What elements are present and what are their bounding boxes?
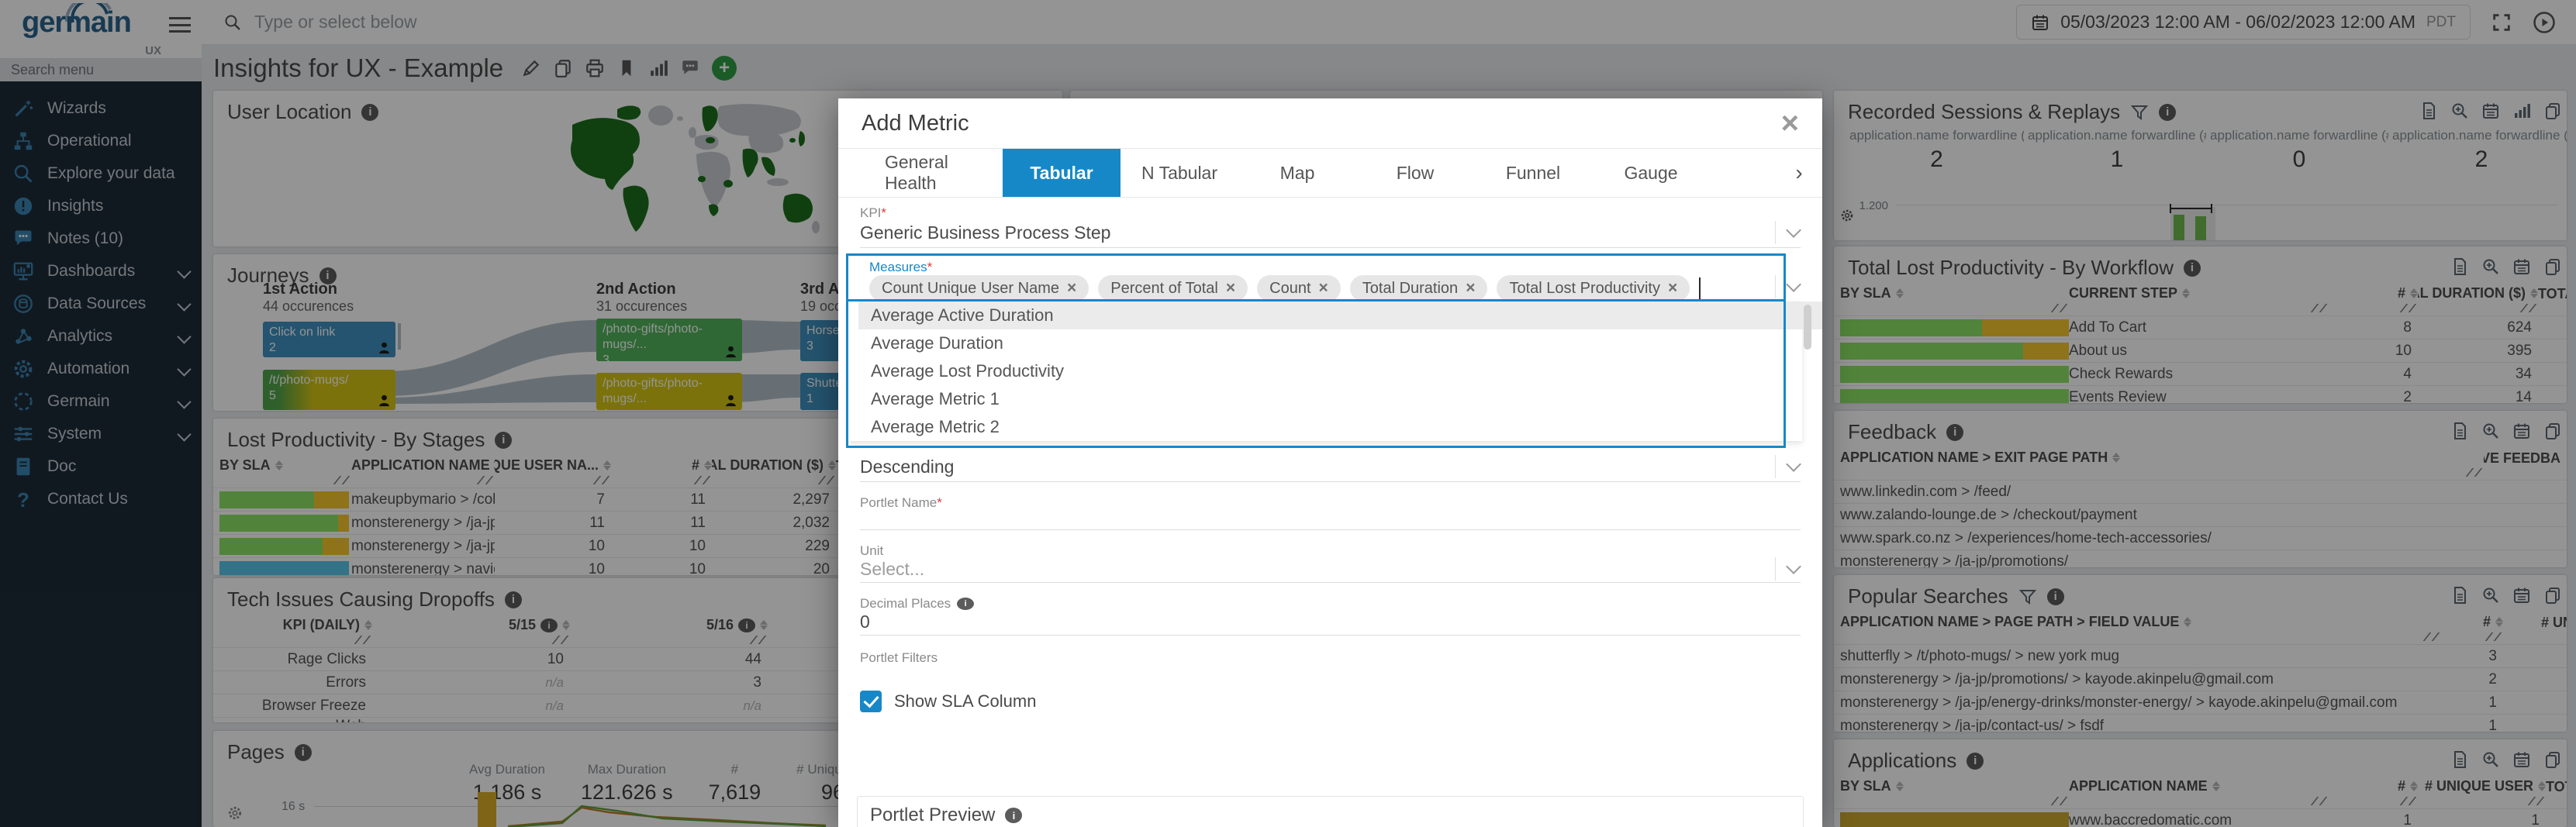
measure-tag[interactable]: Percent of Total × <box>1098 275 1248 302</box>
portlet-preview: Portlet Previewi BY SLA APPLICATION NAME… <box>857 796 1804 827</box>
measures-dropdown-toggle[interactable] <box>1775 275 1801 298</box>
chevron-down-icon <box>1786 457 1801 472</box>
measure-tag[interactable]: Total Duration × <box>1349 275 1488 302</box>
measure-tag[interactable]: Count Unique User Name × <box>869 275 1089 302</box>
tab-n-tabular[interactable]: N Tabular <box>1121 149 1238 197</box>
portlet-name-label: Portlet Name* <box>860 495 942 510</box>
chevron-down-icon <box>1786 559 1801 574</box>
tab-map[interactable]: Map <box>1238 149 1356 197</box>
modal-title: Add Metric <box>862 110 969 136</box>
chevron-down-icon <box>1786 222 1801 238</box>
option-average-active-duration[interactable]: Average Active Duration <box>858 302 1822 329</box>
portlet-preview-title: Portlet Preview <box>870 805 996 825</box>
option-average-duration[interactable]: Average Duration <box>858 329 1804 357</box>
measures-label: Measures* <box>869 260 933 274</box>
option-average-lost-productivity[interactable]: Average Lost Productivity <box>858 357 1804 385</box>
kpi-select[interactable]: Generic Business Process Step <box>860 222 1110 243</box>
remove-tag-icon[interactable]: × <box>1319 279 1328 298</box>
measure-tag[interactable]: Total Lost Productivity × <box>1497 275 1690 302</box>
option-average-metric-1[interactable]: Average Metric 1 <box>858 385 1804 413</box>
unit-label: Unit <box>860 543 884 558</box>
tab-flow[interactable]: Flow <box>1356 149 1474 197</box>
modal-tabs: General Health Tabular N Tabular Map Flo… <box>838 149 1822 198</box>
sort-order-select[interactable]: Descending <box>860 457 954 477</box>
show-sla-row: Show SLA Column <box>860 691 1036 712</box>
show-sla-label: Show SLA Column <box>894 691 1037 711</box>
tabs-overflow-arrow[interactable]: › <box>1776 149 1822 197</box>
info-icon[interactable]: i <box>1005 808 1023 823</box>
measure-tag[interactable]: Count × <box>1257 275 1341 302</box>
portlet-filters-label: Portlet Filters <box>860 650 938 665</box>
close-icon[interactable]: × <box>1781 108 1799 139</box>
tab-gauge[interactable]: Gauge <box>1592 149 1710 197</box>
decimal-places-label: Decimal Places i <box>860 596 975 612</box>
show-sla-checkbox[interactable] <box>860 691 882 712</box>
option-average-metric-2[interactable]: Average Metric 2 <box>858 413 1804 441</box>
unit-dropdown-toggle[interactable] <box>1775 557 1801 581</box>
remove-tag-icon[interactable]: × <box>1466 279 1475 298</box>
dropdown-scrollbar[interactable] <box>1804 305 1811 350</box>
info-icon[interactable]: i <box>957 598 975 610</box>
add-metric-modal: Add Metric × General Health Tabular N Ta… <box>838 98 1822 827</box>
kpi-label: KPI* <box>860 205 887 220</box>
measures-options-list: Average Active Duration Average Duration… <box>848 302 1822 441</box>
remove-tag-icon[interactable]: × <box>1668 279 1677 298</box>
tab-funnel[interactable]: Funnel <box>1474 149 1592 197</box>
kpi-dropdown-toggle[interactable] <box>1775 221 1801 244</box>
chevron-down-icon <box>1786 277 1801 292</box>
text-cursor <box>1699 277 1701 299</box>
remove-tag-icon[interactable]: × <box>1226 279 1235 298</box>
decimal-places-input[interactable]: 0 <box>860 612 870 632</box>
unit-select[interactable]: Select... <box>860 559 924 580</box>
remove-tag-icon[interactable]: × <box>1067 279 1076 298</box>
tab-tabular[interactable]: Tabular <box>1003 149 1121 197</box>
measures-field[interactable]: Count Unique User Name × Percent of Total… <box>869 275 1760 302</box>
tab-general-health[interactable]: General Health <box>885 149 1003 197</box>
sort-dropdown-toggle[interactable] <box>1775 455 1801 478</box>
